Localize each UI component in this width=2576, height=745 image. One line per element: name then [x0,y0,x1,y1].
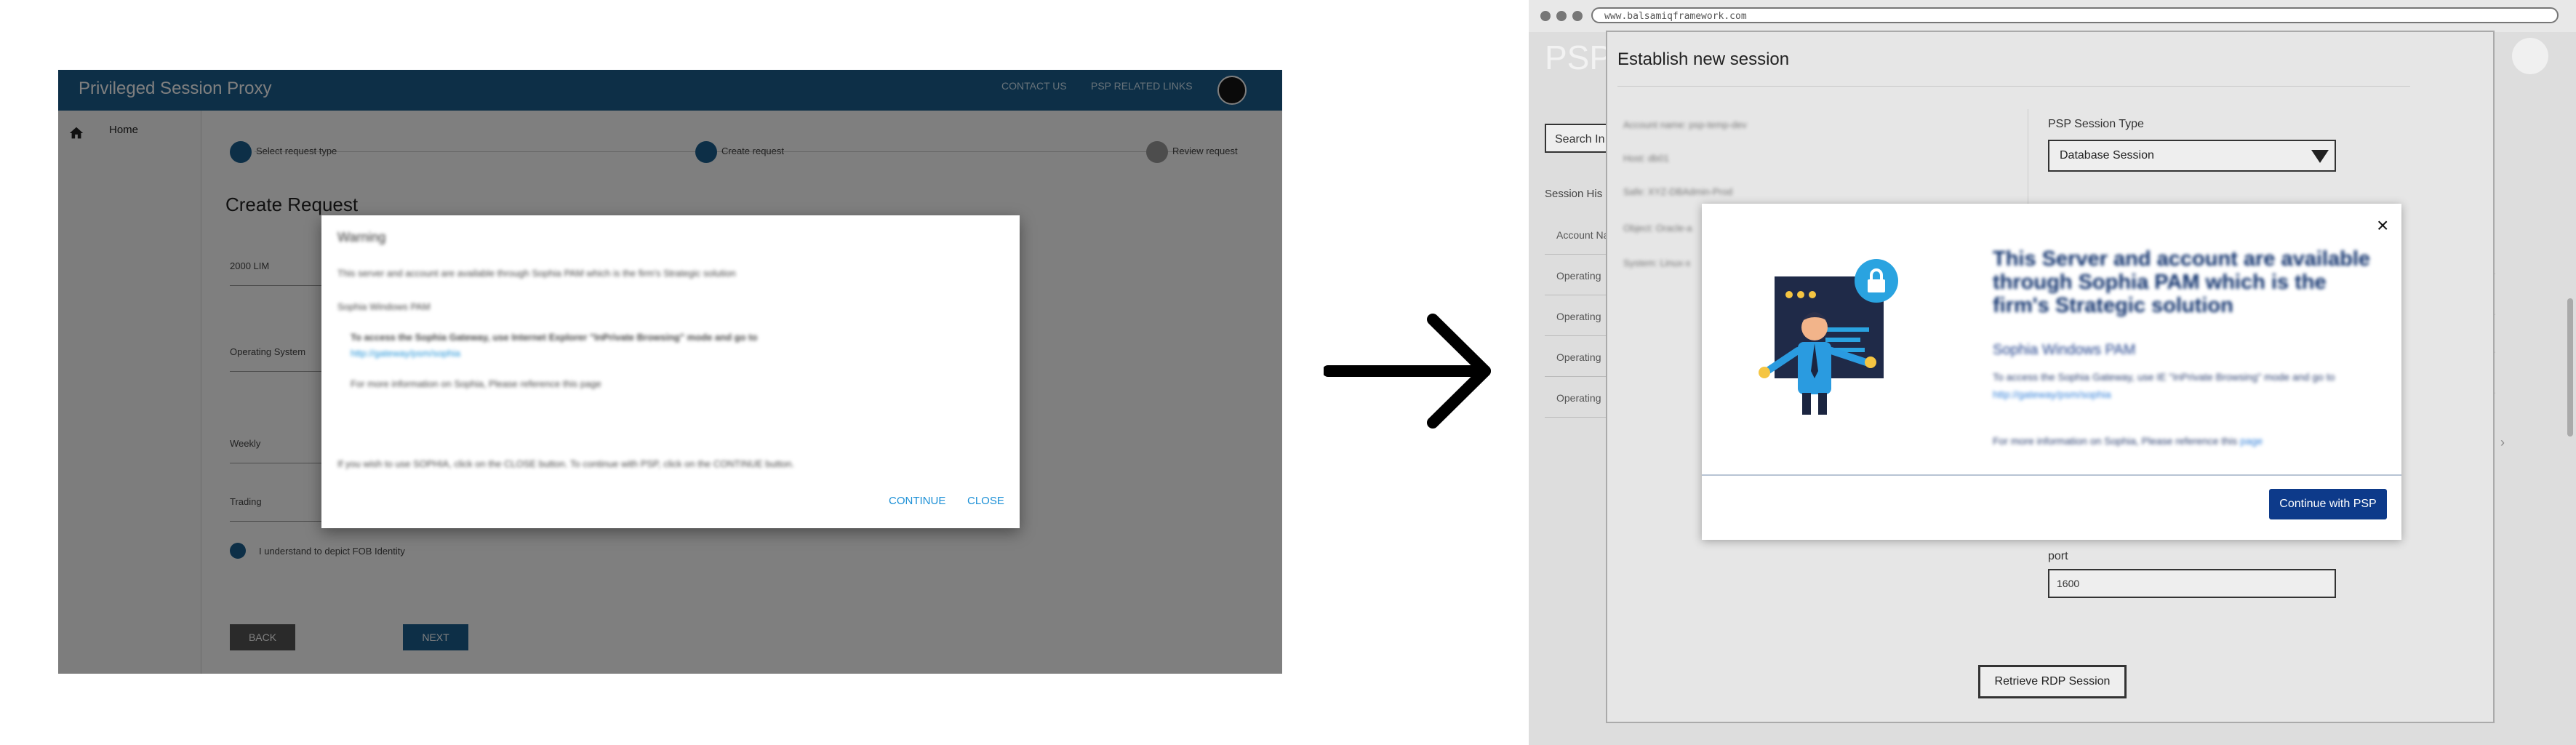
sophia-redirect-modal: × This Server and account are available … [1702,204,2401,540]
dialog-line-5: For more information on Sophia, Please r… [351,378,601,389]
panel-title: Establish new session [1617,49,1790,69]
retrieve-rdp-session-button[interactable]: Retrieve RDP Session [1978,665,2127,698]
info-line: Object: Oracle-a [1623,223,1692,234]
info-line: Host: db01 [1623,153,1669,164]
dialog-line-6: If you wish to use SOPHIA, click on the … [337,458,795,469]
lock-icon [1855,259,1898,303]
window-dot-minimize[interactable] [1556,11,1567,21]
port-label: port [2048,550,2068,562]
arrow-right-icon [1324,314,1491,429]
app-brand: PSP [1545,39,1612,76]
url-bar[interactable]: www.balsamiqframework.com [1591,7,2559,23]
window-dot-maximize[interactable] [1572,11,1583,21]
info-line: Safe: XYZ-DBAdmin-Prod [1623,186,1733,197]
port-input[interactable]: 1600 [2048,569,2336,598]
user-avatar-icon[interactable] [2512,38,2548,74]
dialog-title: Warning [337,230,386,244]
session-type-select[interactable]: Database Session [2048,140,2336,172]
dialog-line-1: This server and account are available th… [337,268,736,279]
divider [1617,86,2410,87]
session-type-label: PSP Session Type [2048,118,2144,130]
dialog-line-3: To access the Sophia Gateway, use Intern… [351,332,758,343]
warning-dialog: Warning This server and account are avai… [321,215,1020,528]
continue-button[interactable]: CONTINUE [889,495,945,507]
window-dot-close[interactable] [1540,11,1551,21]
paragraph-2-text: For more information on Sophia, Please r… [1993,435,2238,447]
reference-link[interactable]: page [2240,435,2263,447]
info-line: Account name: psp-temp-dev [1623,119,1747,130]
close-icon[interactable]: × [2377,215,2388,236]
scrollbar[interactable] [2567,298,2573,437]
modal-heading: This Server and account are available th… [1993,247,2371,317]
info-line: System: Linux-x [1623,258,1691,268]
gateway-link[interactable]: http://gateway/psm/sophia [1993,389,2111,400]
dialog-line-2: Sophia Windows PAM [337,301,431,312]
session-history-label: Session His [1545,188,1603,200]
lock-screen-illustration [1759,259,1898,415]
chevron-down-icon[interactable] [2311,150,2329,163]
close-button[interactable]: CLOSE [967,495,1004,507]
dialog-link-gateway[interactable]: http://gateway/psm/sophia [351,348,460,359]
paragraph-1-text: To access the Sophia Gateway, use IE "In… [1993,371,2335,383]
after-screenshot: www.balsamiqframework.com PSP Search In … [1529,0,2576,745]
chevron-right-icon[interactable]: › [2500,435,2505,450]
modal-paragraph-1: To access the Sophia Gateway, use IE "In… [1993,368,2378,403]
modal-divider [1702,474,2401,476]
before-screenshot: Privileged Session Proxy CONTACT US PSP … [58,70,1282,674]
continue-with-psp-button[interactable]: Continue with PSP [2269,489,2387,519]
modal-paragraph-2: For more information on Sophia, Please r… [1993,432,2378,450]
modal-subhead: Sophia Windows PAM [1993,342,2136,358]
